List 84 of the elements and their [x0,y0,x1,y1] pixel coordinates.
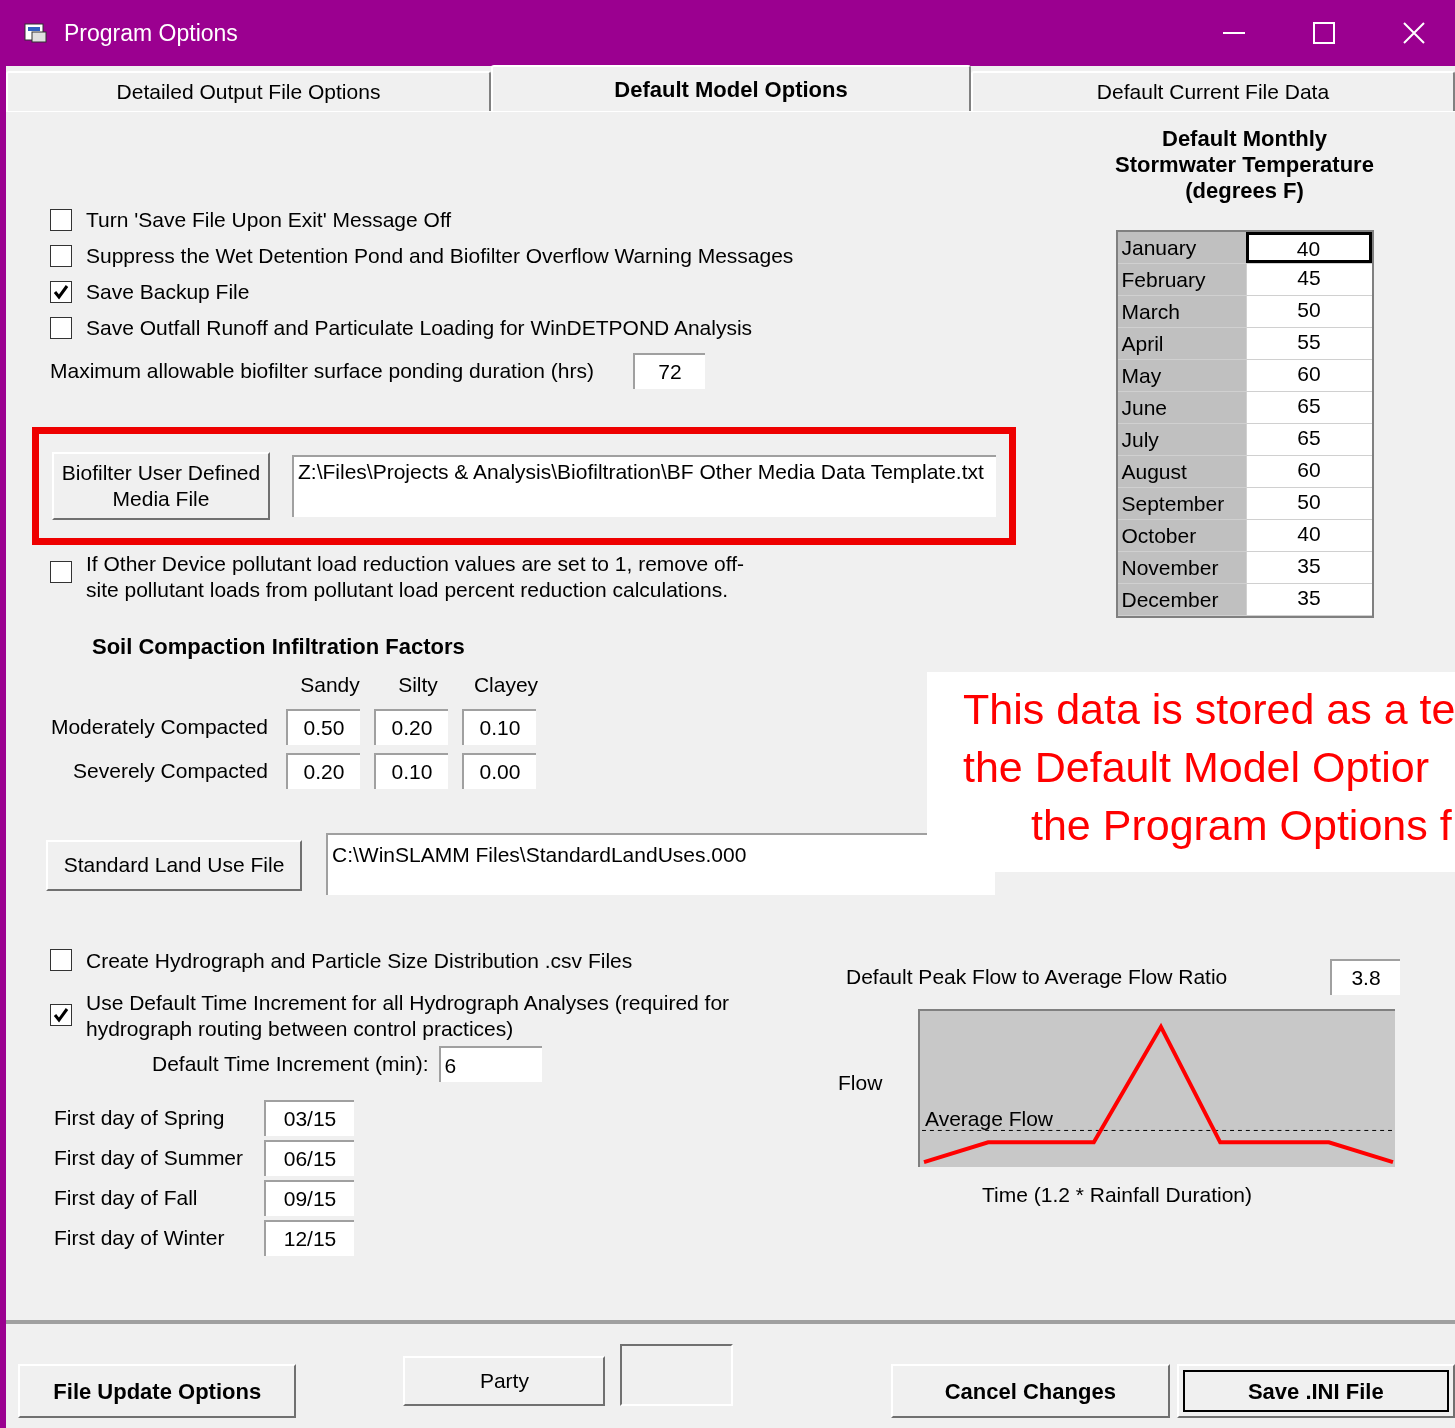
text-field[interactable]: 0.10 [462,708,536,745]
checkbox[interactable] [50,1004,72,1026]
option-label: Save Backup File [86,279,250,306]
month-cell: March [1117,296,1246,327]
csv-option-label: Create Hydrograph and Particle Size Distribution .csv Files [86,947,633,974]
land-use-file-button[interactable]: Standard Land Use File [46,839,302,891]
ponding-label: Maximum allowable biofilter surface ponding duration (hrs) [50,358,595,385]
month-cell: June [1117,392,1246,423]
checkbox[interactable] [50,949,72,972]
temperature-cell[interactable]: 50 [1245,296,1372,327]
tab[interactable]: Default Current File Data [971,71,1455,111]
month-cell: July [1117,424,1246,455]
month-cell: August [1117,456,1246,487]
text-field[interactable]: 0.20 [286,752,360,789]
tab[interactable]: Detailed Output File Options [6,71,491,111]
temperature-cell[interactable]: 40 [1245,520,1372,551]
app-icon [24,22,48,44]
media-file-path-field[interactable]: Z:\Files\Projects & Analysis\Biofiltration\BF Other Media Data Template.txt [292,455,996,517]
temperature-cell[interactable]: 45 [1245,264,1372,295]
annotation-text: This data is stored as a te the Default Model Optior the Program Options f [927,672,1455,872]
temperature-cell[interactable]: 50 [1245,488,1372,519]
temperature-cell[interactable]: 40 [1245,232,1372,263]
text-field[interactable]: 12/15 [264,1220,354,1256]
row-label: Moderately Compacted [49,713,269,740]
text-field[interactable]: 0.20 [374,708,448,745]
month-cell: December [1117,584,1246,615]
ponding-field[interactable]: 72 [633,353,705,389]
text-field[interactable]: 0.50 [286,708,360,745]
axis-label: Time (1.2 * Rainfall Duration) [982,1181,1253,1208]
month-cell: February [1117,264,1246,295]
temperature-cell[interactable]: 60 [1245,360,1372,391]
season-label: First day of Winter [54,1225,226,1252]
checkbox[interactable] [50,245,72,267]
peak-ratio-label: Default Peak Flow to Average Flow Ratio [846,963,1229,990]
window-title: Program Options [64,18,238,48]
close-icon[interactable] [1403,22,1425,44]
option-label: Turn 'Save File Upon Exit' Message Off [86,207,452,234]
month-cell: May [1117,360,1246,391]
season-label: First day of Summer [54,1145,245,1172]
month-cell: November [1117,552,1246,583]
land-use-path-field[interactable]: C:\WinSLAMM Files\StandardLandUses.000 [326,832,995,895]
temperature-cell[interactable]: 35 [1245,584,1372,615]
text-field[interactable]: 0.00 [462,752,536,789]
temperature-cell[interactable]: 65 [1245,392,1372,423]
month-cell: September [1117,488,1246,519]
dialog-button[interactable]: Party [403,1356,606,1406]
temperature-cell[interactable]: 35 [1245,552,1372,583]
time-increment-label: Default Time Increment (min): [152,1051,429,1078]
column-header: Sandy [299,672,361,698]
time-increment-option-label: Use Default Time Increment for all Hydrograph Analyses (required for hydrograph routing between control practices) [86,990,731,1042]
text-field[interactable]: 0.10 [374,752,448,789]
option-label: Suppress the Wet Detention Pond and Biofilter Overflow Warning Messages [86,243,794,270]
media-file-button[interactable]: Biofilter User Defined Media File [52,452,270,520]
tab[interactable]: Default Model Options [491,65,971,111]
axis-label: Flow [838,1069,884,1096]
month-cell: April [1117,328,1246,359]
checkbox[interactable] [50,281,72,303]
dialog-button[interactable]: Cancel Changes [891,1364,1170,1418]
peak-ratio-field[interactable]: 3.8 [1330,958,1400,995]
month-cell: October [1117,520,1246,551]
hydrograph-drawing: Average Flow [918,1008,1395,1167]
month-cell: January [1117,232,1246,263]
column-header: Silty [397,672,439,698]
maximize-icon[interactable] [1313,22,1335,44]
offsite-option-label: If Other Device pollutant load reduction values are set to 1, remove off-site pollutant loads from pollutant load percent reduction calculations. [86,551,745,603]
option-label: Save Outfall Runoff and Particulate Loading for WinDETPOND Analysis [86,315,753,342]
dialog-button[interactable]: Save .INI File [1176,1364,1455,1418]
temperature-cell[interactable]: 55 [1245,328,1372,359]
season-label: First day of Spring [54,1105,226,1132]
checkbox[interactable] [50,561,72,583]
checkbox[interactable] [50,209,72,231]
text-field[interactable]: 03/15 [264,1100,354,1136]
text-field[interactable]: 06/15 [264,1140,354,1176]
season-label: First day of Fall [54,1185,199,1212]
temperature-cell[interactable]: 60 [1245,456,1372,487]
temperature-title: Default Monthly Stormwater Temperature (degrees F) [1114,126,1375,204]
row-label: Severely Compacted [72,757,269,784]
dialog-button[interactable]: File Update Options [18,1364,297,1418]
temperature-cell[interactable]: 65 [1245,424,1372,455]
time-increment-field[interactable]: 6 [438,1046,542,1082]
soil-section-title: Soil Compaction Infiltration Factors [92,633,466,661]
column-header: Clayey [472,672,540,698]
checkbox[interactable] [50,317,72,339]
text-field[interactable]: 09/15 [264,1180,354,1216]
